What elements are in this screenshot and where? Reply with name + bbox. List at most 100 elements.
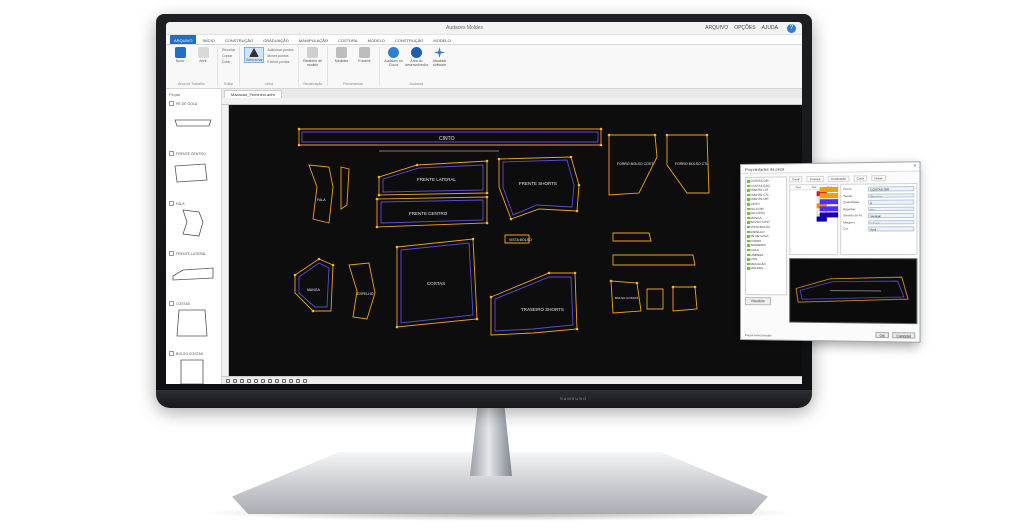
preview-button[interactable]: Visualizar bbox=[744, 297, 771, 306]
prop-value-input[interactable]: Principal bbox=[868, 192, 915, 198]
line-color-swatch[interactable] bbox=[819, 212, 839, 218]
zoom-in-icon[interactable] bbox=[226, 378, 230, 383]
dialog-tab[interactable]: Costura bbox=[806, 175, 824, 183]
dialog-tabs: Geral Costura Graduação Corte Notas bbox=[789, 175, 886, 183]
tab-modelo[interactable]: MODELO bbox=[364, 35, 389, 44]
dialog-tab[interactable]: Geral bbox=[789, 176, 803, 183]
dialog-tab[interactable]: Graduação bbox=[827, 175, 850, 182]
tab-arquivo[interactable]: ARQUIVO bbox=[170, 35, 197, 44]
help-icon[interactable]: ? bbox=[787, 24, 796, 33]
redo-icon[interactable] bbox=[289, 378, 293, 383]
tab-manipulacao[interactable]: MANIPULAÇÃO bbox=[295, 35, 332, 44]
bottom-toolbar bbox=[222, 376, 802, 384]
cancel-button[interactable]: Cancelar bbox=[892, 332, 916, 339]
pattern-piece-forro-bolso-cost[interactable]: FORRO BOLSO COST bbox=[608, 134, 658, 196]
snap-icon[interactable] bbox=[261, 378, 265, 383]
dialog-tab[interactable]: Corte bbox=[853, 175, 868, 182]
pattern-piece-straps[interactable] bbox=[612, 232, 696, 266]
delete-points-button[interactable]: Excluir pontos bbox=[267, 59, 293, 65]
pattern-piece-frente-lateral[interactable]: FRENTE LATERAL bbox=[378, 160, 488, 196]
prop-value-input[interactable]: Azul bbox=[868, 226, 915, 232]
layers-icon[interactable] bbox=[275, 378, 279, 383]
line-color-swatch[interactable] bbox=[819, 193, 839, 199]
prop-value-input[interactable]: 2 bbox=[868, 199, 915, 205]
piece-card[interactable]: BOLSO COSTAS bbox=[169, 351, 218, 384]
update-software-label: Atualizar software bbox=[432, 59, 447, 67]
new-file-icon bbox=[174, 47, 186, 58]
piece-label: BOLSO COSTAS bbox=[169, 351, 218, 356]
cloud-label: Audaces on Cloud bbox=[384, 59, 403, 67]
zoom-out-icon[interactable] bbox=[233, 378, 237, 383]
pan-icon[interactable] bbox=[247, 378, 251, 383]
pattern-piece-manga[interactable]: MANGA bbox=[294, 258, 334, 312]
measures-button[interactable]: Medidas bbox=[332, 47, 352, 63]
document-tabbar: Macacao_Feminino.adm bbox=[222, 89, 802, 98]
pattern-piece-frente-centro[interactable]: FRENTE CENTRO bbox=[376, 196, 488, 228]
developer-area-button[interactable]: Área do desenvolvedor bbox=[405, 47, 428, 67]
measure-icon[interactable] bbox=[268, 378, 272, 383]
piece-card[interactable]: FRENTE CENTRO bbox=[169, 151, 218, 193]
piece-card[interactable]: PÉ DE GOLA bbox=[169, 101, 218, 143]
cad-label: FRENTE CENTRO bbox=[409, 211, 448, 216]
model-report-button[interactable]: Relatório de modelo bbox=[303, 47, 323, 67]
tab-costura[interactable]: COSTURA bbox=[334, 35, 362, 44]
piece-label: FALA bbox=[169, 201, 218, 206]
pattern-piece-frente-shorts[interactable]: FRENTE SHORTS bbox=[498, 156, 580, 220]
cloud-button[interactable]: Audaces on Cloud bbox=[384, 47, 404, 67]
tab-construcao[interactable]: CONSTRUÇÃO bbox=[221, 35, 257, 44]
pattern-piece-fala[interactable]: FALA bbox=[308, 164, 350, 224]
pattern-piece-bolso-costas[interactable]: BOLSO COSTAS bbox=[610, 280, 698, 314]
dialog-tab[interactable]: Notas bbox=[871, 175, 886, 182]
dialog-title-text: Propriedades da peça bbox=[744, 166, 785, 172]
close-icon[interactable]: × bbox=[913, 163, 916, 169]
piece-card[interactable]: FRENTE LATERAL bbox=[169, 251, 218, 293]
tab-graduacao[interactable]: GRADUAÇÃO bbox=[259, 35, 293, 44]
fit-view-icon[interactable] bbox=[240, 378, 244, 383]
cloud-icon bbox=[388, 47, 399, 58]
pattern-piece-traseiro-shorts[interactable]: TRASEIRO SHORTS bbox=[490, 272, 578, 336]
user-menu-item[interactable]: OPÇÕES bbox=[734, 25, 755, 31]
pattern-board[interactable]: CINTO FRENTE LATERAL FRENTE CENTRO FRENT… bbox=[229, 105, 802, 376]
prop-value-input[interactable]: 1,0 cm bbox=[868, 219, 915, 225]
export-icon[interactable] bbox=[303, 378, 307, 383]
tab-modelo-2[interactable]: MODELO bbox=[429, 35, 454, 44]
open-button[interactable]: Abrir bbox=[193, 47, 213, 63]
update-software-button[interactable]: Atualizar software bbox=[430, 47, 450, 67]
pattern-piece-costas[interactable]: COSTAS bbox=[396, 238, 478, 328]
prop-value-input[interactable]: Vertical bbox=[868, 212, 915, 218]
tab-construcao-2[interactable]: CONSTRUÇÃO bbox=[391, 35, 427, 44]
paste-button[interactable]: Colar bbox=[222, 59, 230, 65]
piece-thumbnail bbox=[180, 359, 204, 384]
prop-name: Espelhar bbox=[843, 206, 856, 212]
user-menu-item[interactable]: AJUDA bbox=[762, 25, 778, 31]
line-color-swatch[interactable] bbox=[819, 205, 839, 211]
pattern-piece-forro-bolso-ctl[interactable]: FORRO BOLSO CTL bbox=[666, 134, 710, 194]
pattern-piece-vista-bolso[interactable]: VISTA BOLSO bbox=[504, 234, 532, 244]
new-button[interactable]: Novo bbox=[170, 47, 190, 63]
line-color-swatch[interactable] bbox=[819, 199, 839, 205]
line-color-swatch[interactable] bbox=[819, 186, 839, 193]
ok-button[interactable]: OK bbox=[875, 331, 890, 339]
print-icon[interactable] bbox=[296, 378, 300, 383]
cad-canvas-area: Macacao_Feminino.adm CINTO FRENTE LATERA… bbox=[222, 89, 802, 384]
grid-icon[interactable] bbox=[254, 378, 258, 383]
undo-icon[interactable] bbox=[282, 378, 286, 383]
select-button[interactable]: Selecionar bbox=[244, 47, 265, 63]
ribbon-toolbar: Novo Abrir Área de Trabalho Recortar Cop… bbox=[166, 45, 802, 89]
user-menu-item[interactable]: ARQUIVO bbox=[705, 25, 728, 31]
ribbon-group-label: Editar bbox=[224, 82, 234, 86]
document-tab[interactable]: Macacao_Feminino.adm bbox=[224, 89, 282, 98]
tree-item[interactable]: MOLDES bbox=[747, 266, 785, 271]
prop-name: Quantidade bbox=[843, 200, 860, 205]
piece-label: COSTAS bbox=[169, 301, 218, 306]
pattern-piece-cinto[interactable]: CINTO bbox=[298, 128, 602, 152]
piece-card[interactable]: FALA bbox=[169, 201, 218, 243]
prop-name: Sentido do fio bbox=[843, 213, 863, 218]
pattern-piece-espelho[interactable]: ESPELHO bbox=[348, 262, 376, 320]
fit-button[interactable]: Encaixe bbox=[355, 47, 375, 63]
prop-value-input[interactable]: Sim bbox=[868, 206, 915, 212]
tab-inicio[interactable]: INÍCIO bbox=[198, 35, 218, 44]
ribbon-group-audaces: Audaces on Cloud Área do desenvolvedor A… bbox=[384, 47, 454, 86]
piece-card[interactable]: COSTAS bbox=[169, 301, 218, 343]
prop-value-input[interactable]: COSTAS DIR bbox=[868, 186, 915, 192]
